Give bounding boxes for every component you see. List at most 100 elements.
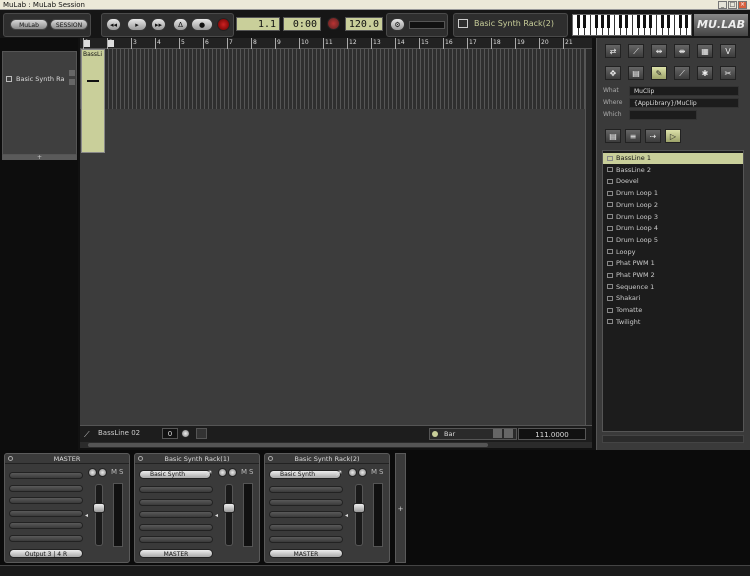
library-item[interactable]: Doevel <box>603 176 743 187</box>
instrument-slot[interactable]: Basic Synth <box>269 470 341 479</box>
tempo-display[interactable]: 120.0 <box>345 17 383 31</box>
library-item[interactable]: Sequence 1 <box>603 282 743 293</box>
horizontal-scroll-thumb[interactable] <box>88 443 488 447</box>
forward-icon[interactable]: ▸▸ <box>151 18 166 31</box>
effect-slot[interactable] <box>9 472 83 479</box>
add-track-button[interactable]: + <box>2 155 77 161</box>
mute-part-icon[interactable] <box>196 428 207 439</box>
effect-slot[interactable] <box>9 509 83 517</box>
volume-knob[interactable] <box>228 468 237 477</box>
strip-header[interactable]: MASTER <box>5 454 129 464</box>
power-icon[interactable] <box>268 456 273 461</box>
library-item[interactable]: Drum Loop 1 <box>603 188 743 199</box>
new-folder-icon[interactable]: ▤ <box>605 129 621 143</box>
settings-icon[interactable]: ⚙ <box>390 18 405 31</box>
time-position-display[interactable]: 0:00 <box>283 17 321 31</box>
position-field[interactable]: 111.0000 <box>518 428 586 440</box>
instrument-slot[interactable]: Basic Synth <box>139 470 211 479</box>
library-item[interactable]: Drum Loop 3 <box>603 212 743 223</box>
sync-icon[interactable] <box>327 17 340 30</box>
effect-slot[interactable] <box>269 523 343 531</box>
strip-header[interactable]: Basic Synth Rack(1) <box>135 454 259 464</box>
scissors-icon[interactable]: ✂ <box>720 66 736 80</box>
effect-slot[interactable] <box>139 536 213 543</box>
library-item[interactable]: Phat PWM 2 <box>603 270 743 281</box>
solo-button[interactable]: S <box>119 468 123 476</box>
track-header[interactable]: Basic Synth Ra <box>2 51 77 155</box>
horizontal-scrollbar[interactable] <box>80 442 592 448</box>
effect-slot[interactable] <box>269 511 343 518</box>
bar-position-display[interactable]: 1.1 <box>236 17 280 31</box>
what-field[interactable]: MuClip <box>629 86 739 96</box>
library-item[interactable]: Tomatte <box>603 305 743 316</box>
which-field[interactable] <box>629 110 697 120</box>
draw-icon[interactable]: ⟋ <box>628 44 644 58</box>
list-icon[interactable]: ▤ <box>628 66 644 80</box>
effect-slot[interactable] <box>9 522 83 529</box>
snap-prev-icon[interactable] <box>493 429 502 438</box>
volume-fader-handle[interactable] <box>223 502 235 513</box>
library-item[interactable]: BassLine 2 <box>603 165 743 176</box>
mulab-button[interactable]: MuLab <box>10 19 48 30</box>
transpose-field[interactable]: 0 <box>162 428 178 439</box>
library-item[interactable]: Twilight <box>603 317 743 328</box>
volume-knob[interactable] <box>98 468 107 477</box>
preview-play-icon[interactable]: ▷ <box>665 129 681 143</box>
volume-fader-handle[interactable] <box>93 502 105 513</box>
grid-icon[interactable]: ▦ <box>697 44 713 58</box>
library-item[interactable]: Phat PWM 1 <box>603 258 743 269</box>
play-icon[interactable]: ▸ <box>127 18 147 31</box>
effect-slot[interactable] <box>139 486 213 493</box>
effect-slot[interactable] <box>9 484 83 492</box>
maximize-icon[interactable]: □ <box>728 1 737 9</box>
track-lane[interactable] <box>80 49 585 109</box>
volume-fader[interactable] <box>355 484 363 546</box>
line-icon[interactable]: ⟋ <box>674 66 690 80</box>
velocity-knob[interactable] <box>181 429 190 438</box>
library-item[interactable]: Drum Loop 5 <box>603 235 743 246</box>
library-item[interactable]: Drum Loop 2 <box>603 200 743 211</box>
solo-button[interactable]: S <box>379 468 383 476</box>
pan-knob[interactable] <box>88 468 97 477</box>
connect-icon[interactable]: ⇄ <box>605 44 621 58</box>
split-icon[interactable]: ⇹ <box>651 44 667 58</box>
library-scrollbar[interactable] <box>602 435 744 443</box>
clip-part[interactable]: BassLi <box>81 49 105 153</box>
vst-icon[interactable]: V <box>720 44 736 58</box>
pan-knob[interactable] <box>348 468 357 477</box>
effect-slot[interactable] <box>269 486 343 493</box>
effect-slot[interactable] <box>9 534 83 542</box>
output-selector[interactable]: Output 3 | 4 R <box>9 549 83 558</box>
effect-slot[interactable] <box>139 523 213 531</box>
solo-button[interactable]: S <box>249 468 253 476</box>
pencil-icon[interactable]: ✎ <box>651 66 667 80</box>
record-button[interactable] <box>217 18 230 31</box>
effect-slot[interactable] <box>269 498 343 506</box>
sequencer-area[interactable] <box>80 109 585 425</box>
effect-slot[interactable] <box>139 511 213 518</box>
rewind-icon[interactable]: ◂◂ <box>106 18 121 31</box>
minimize-icon[interactable]: _ <box>718 1 727 9</box>
power-icon[interactable] <box>8 456 13 461</box>
library-item[interactable]: Drum Loop 4 <box>603 223 743 234</box>
open-editor-icon[interactable]: ↗ <box>205 469 213 479</box>
power-icon[interactable] <box>138 456 143 461</box>
volume-fader-handle[interactable] <box>353 502 365 513</box>
metronome-icon[interactable]: ᐃ <box>173 18 188 31</box>
close-icon[interactable]: × <box>738 1 747 9</box>
insert-icon[interactable]: ⇢ <box>645 129 661 143</box>
mute-button[interactable]: M <box>111 468 117 476</box>
pan-knob[interactable] <box>218 468 227 477</box>
mute-button[interactable]: M <box>371 468 377 476</box>
snap-next-icon[interactable] <box>504 429 513 438</box>
open-editor-icon[interactable]: ↗ <box>335 469 343 479</box>
strip-header[interactable]: Basic Synth Rack(2) <box>265 454 389 464</box>
output-selector[interactable]: MASTER <box>269 549 343 558</box>
where-field[interactable]: {AppLibrary}/MuClip <box>629 98 739 108</box>
library-item[interactable]: BassLine 1 <box>603 153 743 164</box>
library-item[interactable]: Shakari <box>603 293 743 304</box>
track-solo-icon[interactable] <box>69 79 75 85</box>
move-icon[interactable]: ✥ <box>605 66 621 80</box>
mute-button[interactable]: M <box>241 468 247 476</box>
list-view-icon[interactable]: ≡ <box>625 129 641 143</box>
